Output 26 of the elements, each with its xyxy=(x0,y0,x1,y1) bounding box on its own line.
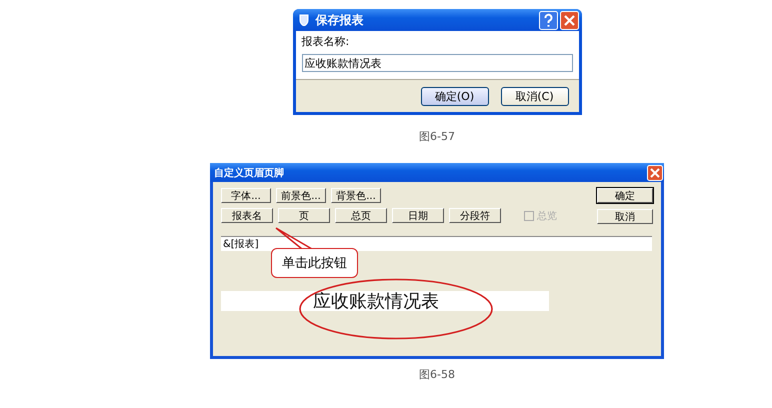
help-icon[interactable] xyxy=(538,10,558,30)
checkbox-label: 总览 xyxy=(537,210,557,222)
dialog-button[interactable]: 背景色... xyxy=(331,188,381,203)
dialog-button[interactable]: 日期 xyxy=(392,208,444,223)
dialog-button[interactable]: 取消(C) xyxy=(500,87,568,106)
dialog-button[interactable]: 分段符 xyxy=(449,208,501,223)
window-title: 自定义页眉页脚 xyxy=(214,166,284,180)
dialog-button[interactable]: 总页 xyxy=(335,208,387,223)
field-label: 报表名称: xyxy=(302,34,350,49)
dialog-button[interactable]: 确定 xyxy=(597,188,653,203)
dialog-button[interactable]: 确定(O) xyxy=(420,87,488,106)
shield-icon xyxy=(298,14,308,26)
callout-bubble: 单击此按钮 xyxy=(271,248,358,278)
dialog-button[interactable]: 字体... xyxy=(221,188,271,203)
preview-text: 应收账款情况表 xyxy=(313,290,439,313)
dialog-button[interactable]: 取消 xyxy=(597,209,653,224)
dialog-button[interactable]: 报表名 xyxy=(221,208,273,223)
close-icon[interactable] xyxy=(647,164,663,180)
header-text-field[interactable]: &[报表] xyxy=(221,236,652,251)
figure-caption: 图6-57 xyxy=(419,129,455,144)
dialog-button[interactable]: 页 xyxy=(278,208,330,223)
close-icon[interactable] xyxy=(560,10,578,30)
dialog-button[interactable]: 前景色... xyxy=(276,188,326,203)
report-name-field[interactable]: 应收账款情况表 xyxy=(302,54,572,72)
window-title: 保存报表 xyxy=(316,12,364,28)
figure-caption: 图6-58 xyxy=(419,367,455,382)
